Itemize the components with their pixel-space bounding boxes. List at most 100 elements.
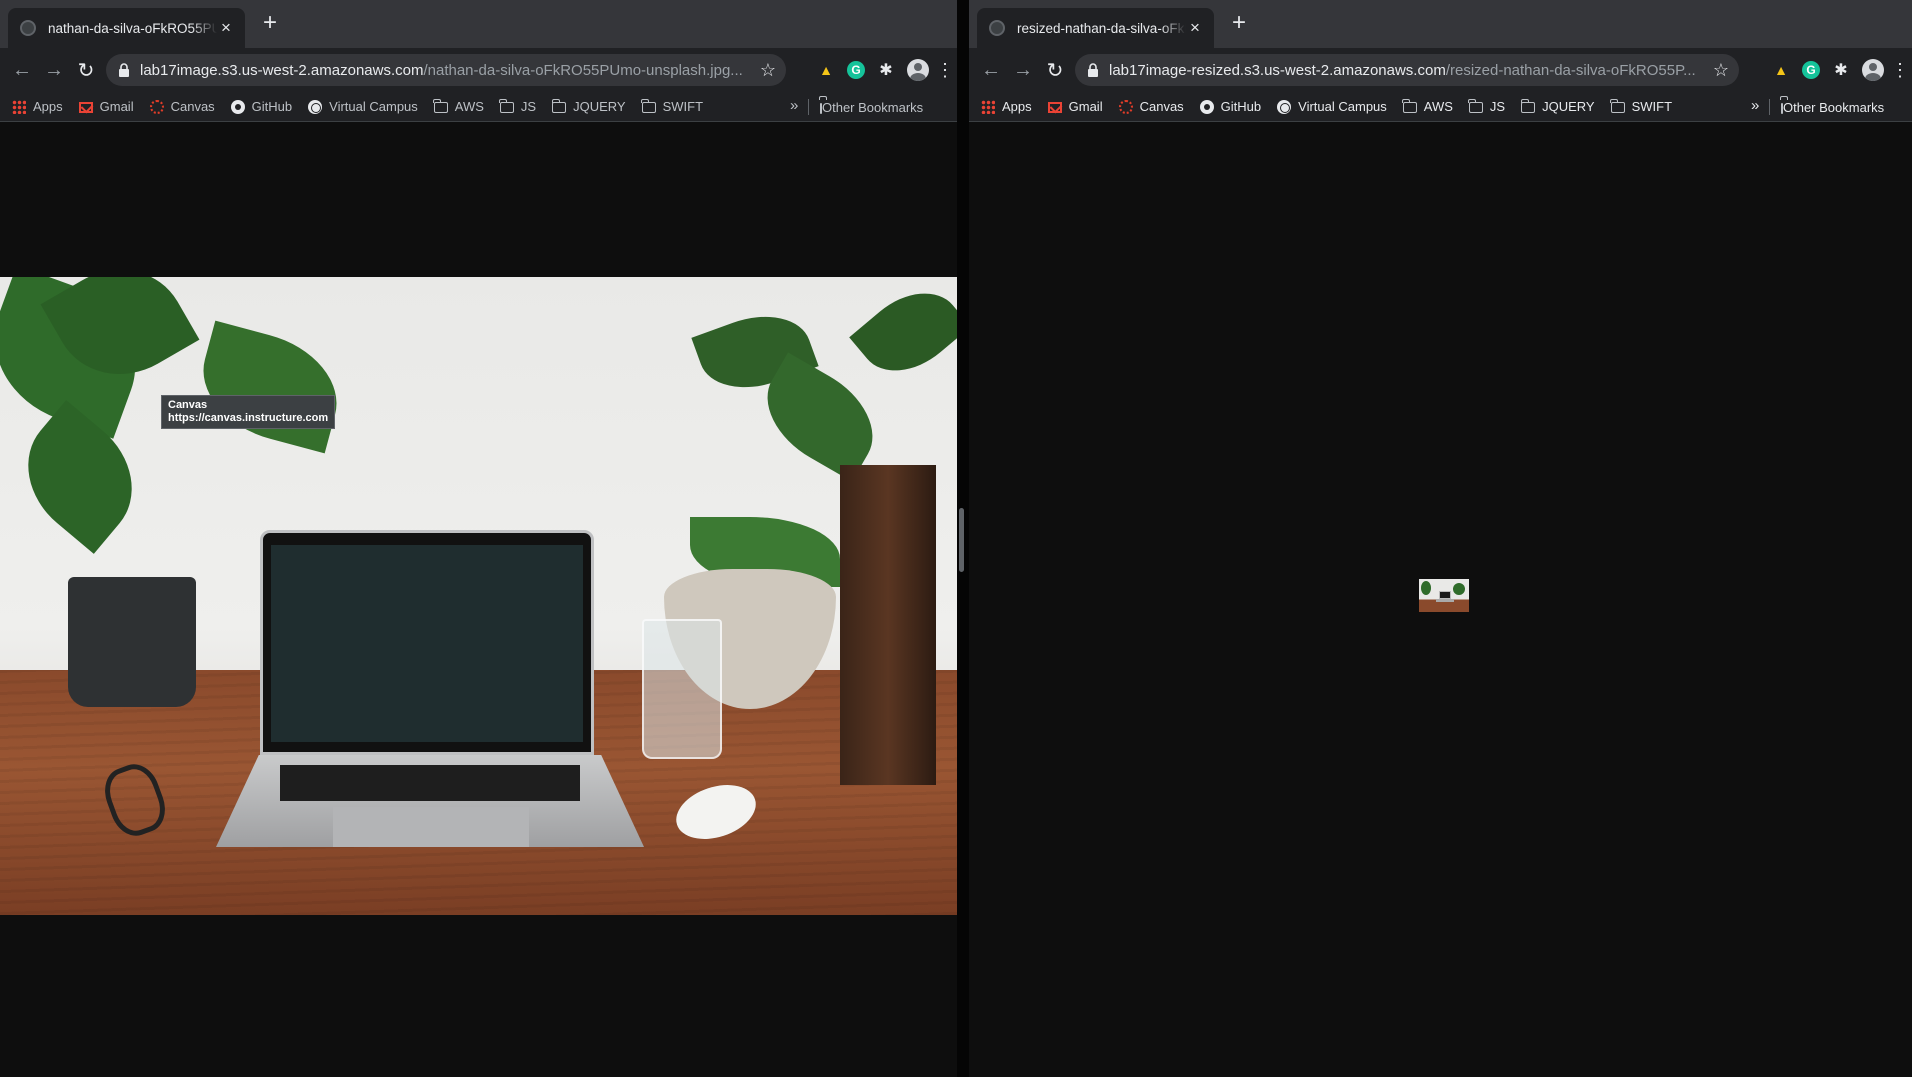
bookmarks-divider bbox=[1769, 99, 1770, 115]
bell-extension-icon[interactable]: ▲ bbox=[1770, 59, 1792, 81]
bookmark-label: AWS bbox=[1423, 99, 1453, 114]
bookmark-github[interactable]: GitHub bbox=[1199, 99, 1262, 114]
split-resize-handle[interactable] bbox=[959, 508, 964, 572]
forward-button[interactable]: → bbox=[38, 54, 70, 86]
browser-window-left: nathan-da-silva-oFkRO55PUmo × + ← → ↻ la… bbox=[0, 0, 957, 1077]
url-text: lab17image-resized.s3.us-west-2.amazonaw… bbox=[1109, 62, 1705, 79]
bookmark-canvas[interactable]: Canvas bbox=[149, 99, 215, 114]
bookmarks-overflow-button[interactable]: » bbox=[790, 97, 798, 114]
laptop-screen bbox=[260, 530, 594, 755]
bookmark-label: Canvas bbox=[1139, 99, 1184, 114]
other-bookmarks[interactable]: Other Bookmarks bbox=[820, 100, 923, 115]
bookmark-js[interactable]: JS bbox=[499, 99, 537, 114]
other-bookmarks[interactable]: Other Bookmarks bbox=[1781, 100, 1884, 115]
bookmark-label: GitHub bbox=[1220, 99, 1262, 114]
bookmarks-overflow-button[interactable]: » bbox=[1751, 97, 1759, 114]
wooden-box bbox=[840, 465, 936, 785]
github-icon bbox=[1199, 99, 1214, 114]
url-path: /resized-nathan-da-silva-oFkRO55P... bbox=[1445, 61, 1696, 79]
thumb-plant bbox=[1421, 581, 1431, 595]
bookmark-label: JS bbox=[1489, 99, 1506, 114]
lock-icon bbox=[118, 63, 130, 77]
bookmark-swift[interactable]: SWIFT bbox=[641, 99, 703, 114]
thumb-plant bbox=[1453, 583, 1465, 595]
back-button[interactable]: ← bbox=[6, 54, 38, 86]
folder-icon bbox=[1610, 99, 1625, 113]
url-host: lab17image-resized.s3.us-west-2.amazonaw… bbox=[1109, 61, 1446, 79]
bookmark-aws[interactable]: AWS bbox=[1402, 99, 1453, 114]
bookmark-label: SWIFT bbox=[1631, 99, 1673, 114]
globe-icon bbox=[308, 99, 323, 114]
tab-title: nathan-da-silva-oFkRO55PUmo bbox=[48, 20, 217, 36]
laptop-keyboard bbox=[280, 765, 580, 801]
new-tab-button[interactable]: + bbox=[1227, 11, 1251, 36]
bookmark-virtual-campus[interactable]: Virtual Campus bbox=[1277, 99, 1387, 114]
plant-pot bbox=[68, 577, 196, 707]
bookmark-js[interactable]: JS bbox=[1468, 99, 1506, 114]
bookmark-canvas[interactable]: Canvas bbox=[1118, 99, 1184, 114]
profile-avatar[interactable] bbox=[907, 59, 929, 81]
bookmark-label: Apps bbox=[33, 99, 63, 114]
address-bar[interactable]: lab17image-resized.s3.us-west-2.amazonaw… bbox=[1075, 54, 1739, 86]
bookmark-label: AWS bbox=[454, 99, 484, 114]
tab-favicon-icon bbox=[20, 20, 36, 36]
page-content bbox=[0, 122, 957, 1077]
canvas-icon bbox=[149, 99, 164, 114]
tooltip-url: https://canvas.instructure.com bbox=[168, 412, 329, 424]
extensions-area: ▲ G ✱ ⋮ bbox=[1770, 54, 1909, 86]
menu-icon[interactable]: ⋮ bbox=[1891, 59, 1909, 81]
bookmark-virtual-campus[interactable]: Virtual Campus bbox=[308, 99, 418, 114]
page-content bbox=[969, 122, 1912, 1077]
reload-button[interactable]: ↻ bbox=[1039, 54, 1071, 86]
folder-icon bbox=[499, 99, 514, 113]
back-button[interactable]: ← bbox=[975, 54, 1007, 86]
bookmark-star-icon[interactable]: ☆ bbox=[1713, 60, 1729, 81]
bookmark-star-icon[interactable]: ☆ bbox=[760, 60, 776, 81]
bookmark-github[interactable]: GitHub bbox=[230, 99, 292, 114]
extensions-area: ▲ G ✱ ⋮ bbox=[815, 54, 954, 86]
forward-button[interactable]: → bbox=[1007, 54, 1039, 86]
bookmark-apps[interactable]: Apps bbox=[12, 99, 63, 114]
extensions-puzzle-icon[interactable]: ✱ bbox=[875, 59, 897, 81]
plant-leaf bbox=[189, 320, 351, 454]
grammarly-icon[interactable]: G bbox=[1802, 61, 1820, 79]
address-bar[interactable]: lab17image.s3.us-west-2.amazonaws.com/na… bbox=[106, 54, 786, 86]
globe-icon bbox=[1277, 99, 1292, 114]
menu-icon[interactable]: ⋮ bbox=[936, 59, 954, 81]
tab-favicon-icon bbox=[989, 20, 1005, 36]
tooltip-title: Canvas bbox=[168, 399, 208, 411]
bookmark-jquery[interactable]: JQUERY bbox=[1520, 99, 1595, 114]
gmail-icon bbox=[78, 102, 93, 113]
bookmark-gmail[interactable]: Gmail bbox=[1047, 99, 1103, 114]
bookmark-aws[interactable]: AWS bbox=[433, 99, 484, 114]
bookmark-label: JQUERY bbox=[1542, 99, 1595, 114]
bookmark-jquery[interactable]: JQUERY bbox=[551, 99, 626, 114]
bookmark-gmail[interactable]: Gmail bbox=[78, 99, 134, 114]
url-path: /nathan-da-silva-oFkRO55PUmo-unsplash.jp… bbox=[423, 61, 743, 79]
tab-image[interactable]: nathan-da-silva-oFkRO55PUmo × bbox=[8, 8, 245, 48]
tab-close-icon[interactable]: × bbox=[217, 19, 235, 37]
canvas-icon bbox=[1118, 99, 1133, 114]
grammarly-icon[interactable]: G bbox=[847, 61, 865, 79]
browser-window-right: resized-nathan-da-silva-oFkRO × + ← → ↻ … bbox=[969, 0, 1912, 1077]
tab-image[interactable]: resized-nathan-da-silva-oFkRO × bbox=[977, 8, 1214, 48]
bookmarks-bar: Apps Gmail Canvas GitHub Virtual Campus … bbox=[0, 92, 957, 122]
plant-leaf bbox=[849, 277, 957, 391]
bookmarks-divider bbox=[808, 99, 809, 115]
gmail-icon bbox=[1047, 102, 1062, 113]
bell-extension-icon[interactable]: ▲ bbox=[815, 59, 837, 81]
bookmark-label: Gmail bbox=[1068, 99, 1103, 114]
bookmarks-bar: Apps Gmail Canvas GitHub Virtual Campus … bbox=[969, 92, 1912, 122]
lock-icon bbox=[1087, 63, 1099, 77]
folder-icon bbox=[1402, 99, 1417, 113]
bookmark-apps[interactable]: Apps bbox=[981, 99, 1032, 114]
tab-close-icon[interactable]: × bbox=[1186, 19, 1204, 37]
profile-avatar[interactable] bbox=[1862, 59, 1884, 81]
bookmark-label: JS bbox=[520, 99, 537, 114]
bookmark-label: JQUERY bbox=[573, 99, 626, 114]
reload-button[interactable]: ↻ bbox=[70, 54, 102, 86]
bookmark-swift[interactable]: SWIFT bbox=[1610, 99, 1673, 114]
new-tab-button[interactable]: + bbox=[258, 11, 282, 36]
extensions-puzzle-icon[interactable]: ✱ bbox=[1830, 59, 1852, 81]
water-glass bbox=[642, 619, 722, 759]
